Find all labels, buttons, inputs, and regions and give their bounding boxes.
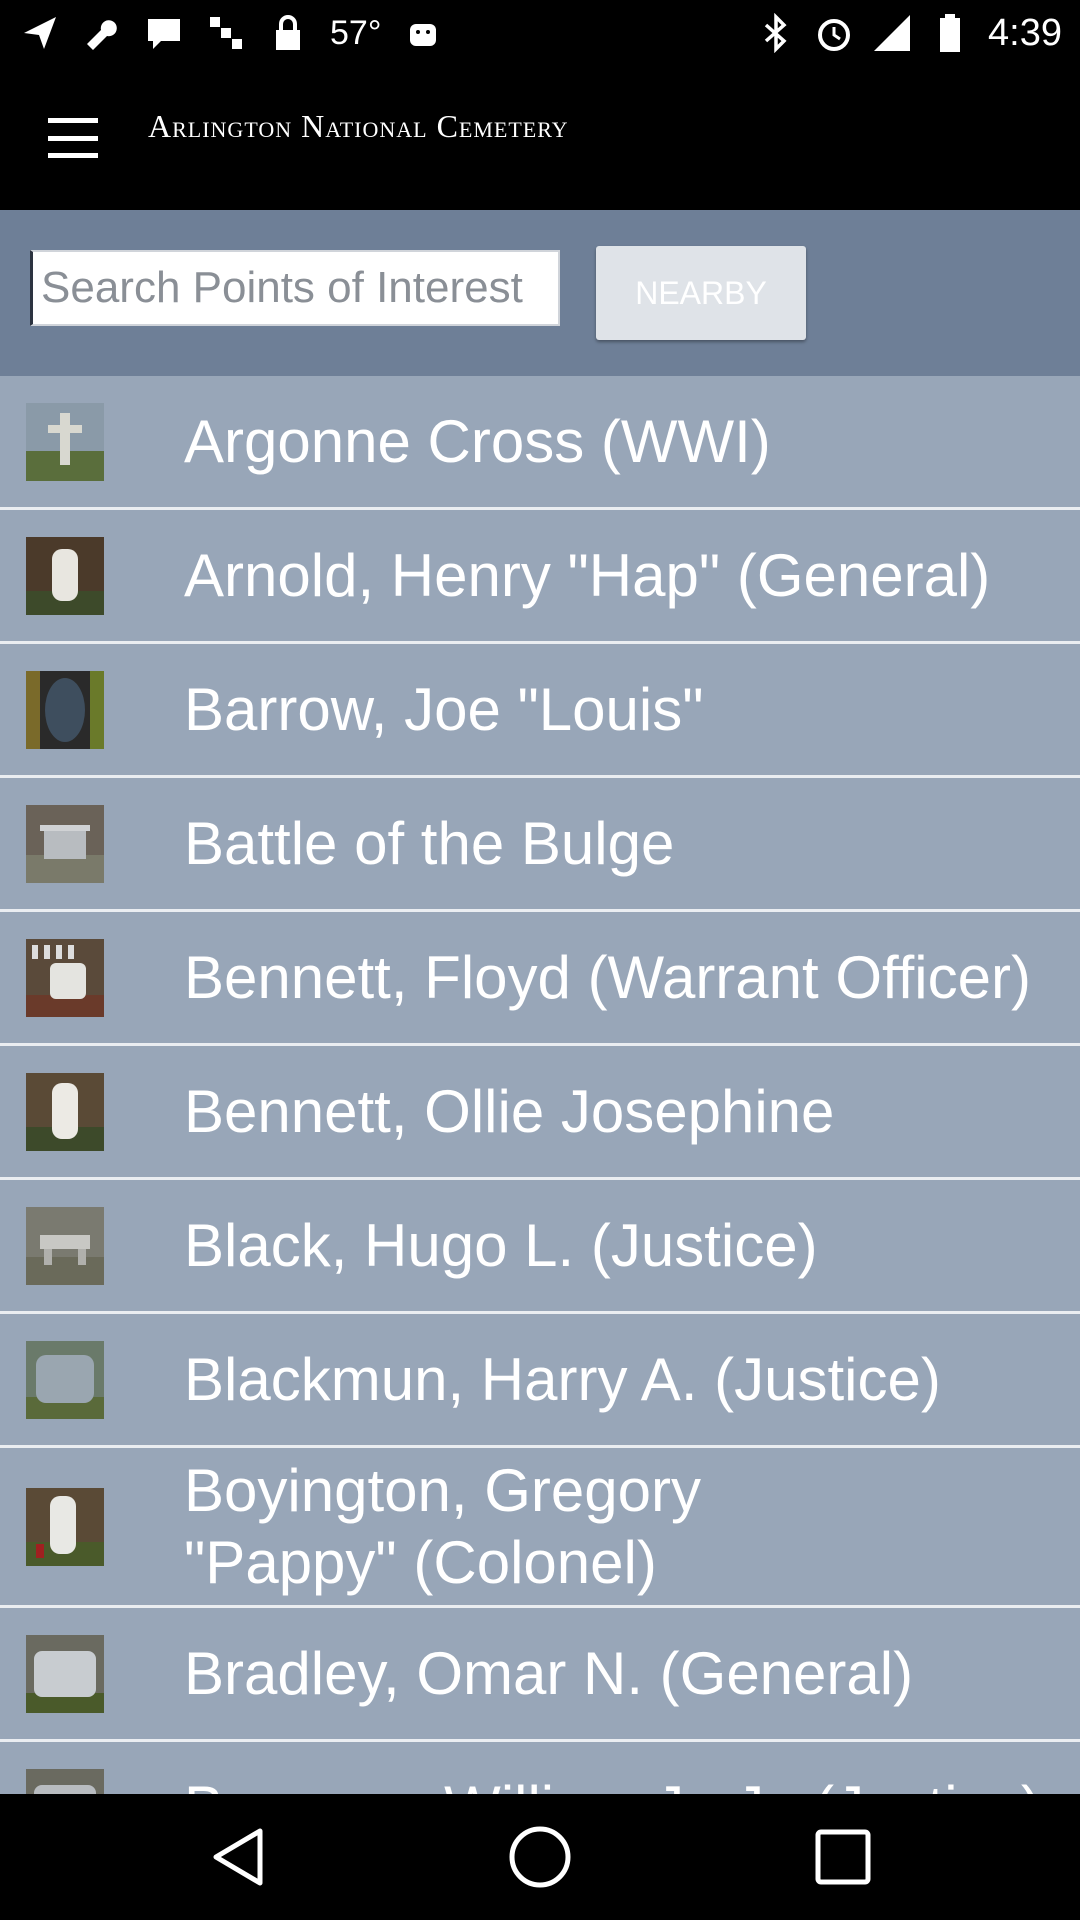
app-title: Arlington National Cemetery (148, 108, 569, 144)
clock: 4:39 (988, 11, 1062, 54)
list-item-label: Bennett, Ollie Josephine (184, 1077, 835, 1145)
alarm-icon (814, 13, 854, 53)
home-icon[interactable] (500, 1822, 580, 1892)
list-item-label: Blackmun, Harry A. (Justice) (184, 1345, 941, 1413)
wrench-icon (82, 13, 122, 53)
thumbnail-image (26, 1634, 104, 1713)
list-item[interactable]: Brennan, William J., Jr. (Justice) (0, 1742, 1080, 1794)
hamburger-menu-icon[interactable] (42, 114, 104, 162)
location-arrow-icon (20, 13, 60, 53)
nearby-button[interactable]: NEARBY (596, 246, 806, 340)
list-item[interactable]: Boyington, Gregory "Pappy" (Colonel) (0, 1448, 1080, 1608)
app-bar: Arlington National Cemetery (0, 66, 1080, 210)
system-nav-bar (0, 1794, 1080, 1920)
thumbnail-image (26, 1206, 104, 1285)
list-item-label: Boyington, Gregory "Pappy" (Colonel) (184, 1456, 701, 1596)
list-item-label: Argonne Cross (WWI) (184, 407, 771, 475)
android-icon (403, 13, 443, 53)
list-item[interactable]: Barrow, Joe "Louis" (0, 644, 1080, 778)
status-bar-left: 57° (20, 10, 443, 56)
search-input[interactable] (30, 250, 560, 326)
list-item[interactable]: Battle of the Bulge (0, 778, 1080, 912)
back-icon[interactable] (198, 1822, 278, 1892)
thumbnail-image (26, 1072, 104, 1151)
signal-icon (872, 13, 912, 53)
list-item-label: Barrow, Joe "Louis" (184, 675, 704, 743)
list-item[interactable]: Black, Hugo L. (Justice) (0, 1180, 1080, 1314)
bluetooth-icon (756, 13, 796, 53)
message-icon (144, 13, 184, 53)
list-item[interactable]: Bennett, Floyd (Warrant Officer) (0, 912, 1080, 1046)
list-item-label: Black, Hugo L. (Justice) (184, 1211, 818, 1279)
list-item[interactable]: Bennett, Ollie Josephine (0, 1046, 1080, 1180)
satellite-icon (206, 13, 246, 53)
thumbnail-image (26, 1768, 104, 1794)
thumbnail-image (26, 938, 104, 1017)
list-item-label: Arnold, Henry "Hap" (General) (184, 541, 991, 609)
thumbnail-image (26, 804, 104, 883)
lock-icon (268, 13, 308, 53)
list-item[interactable]: Argonne Cross (WWI) (0, 376, 1080, 510)
thumbnail-image (26, 1340, 104, 1419)
temperature: 57° (330, 13, 382, 52)
list-item-label: Battle of the Bulge (184, 809, 675, 877)
list-item[interactable]: Bradley, Omar N. (General) (0, 1608, 1080, 1742)
list-item-label: Brennan, William J., Jr. (Justice) (184, 1772, 1041, 1795)
list-item-label: Bradley, Omar N. (General) (184, 1639, 914, 1707)
recents-icon[interactable] (803, 1822, 883, 1892)
thumbnail-image (26, 670, 104, 749)
status-bar: 57° 4:39 (0, 0, 1080, 66)
poi-list[interactable]: Argonne Cross (WWI) Arnold, Henry "Hap" … (0, 376, 1080, 1794)
list-item[interactable]: Blackmun, Harry A. (Justice) (0, 1314, 1080, 1448)
thumbnail-image (26, 402, 104, 481)
thumbnail-image (26, 536, 104, 615)
battery-icon (930, 13, 970, 53)
status-bar-right: 4:39 (756, 10, 1062, 56)
list-item[interactable]: Arnold, Henry "Hap" (General) (0, 510, 1080, 644)
thumbnail-image (26, 1487, 104, 1566)
search-bar: NEARBY (0, 210, 1080, 376)
list-item-label: Bennett, Floyd (Warrant Officer) (184, 943, 1031, 1011)
